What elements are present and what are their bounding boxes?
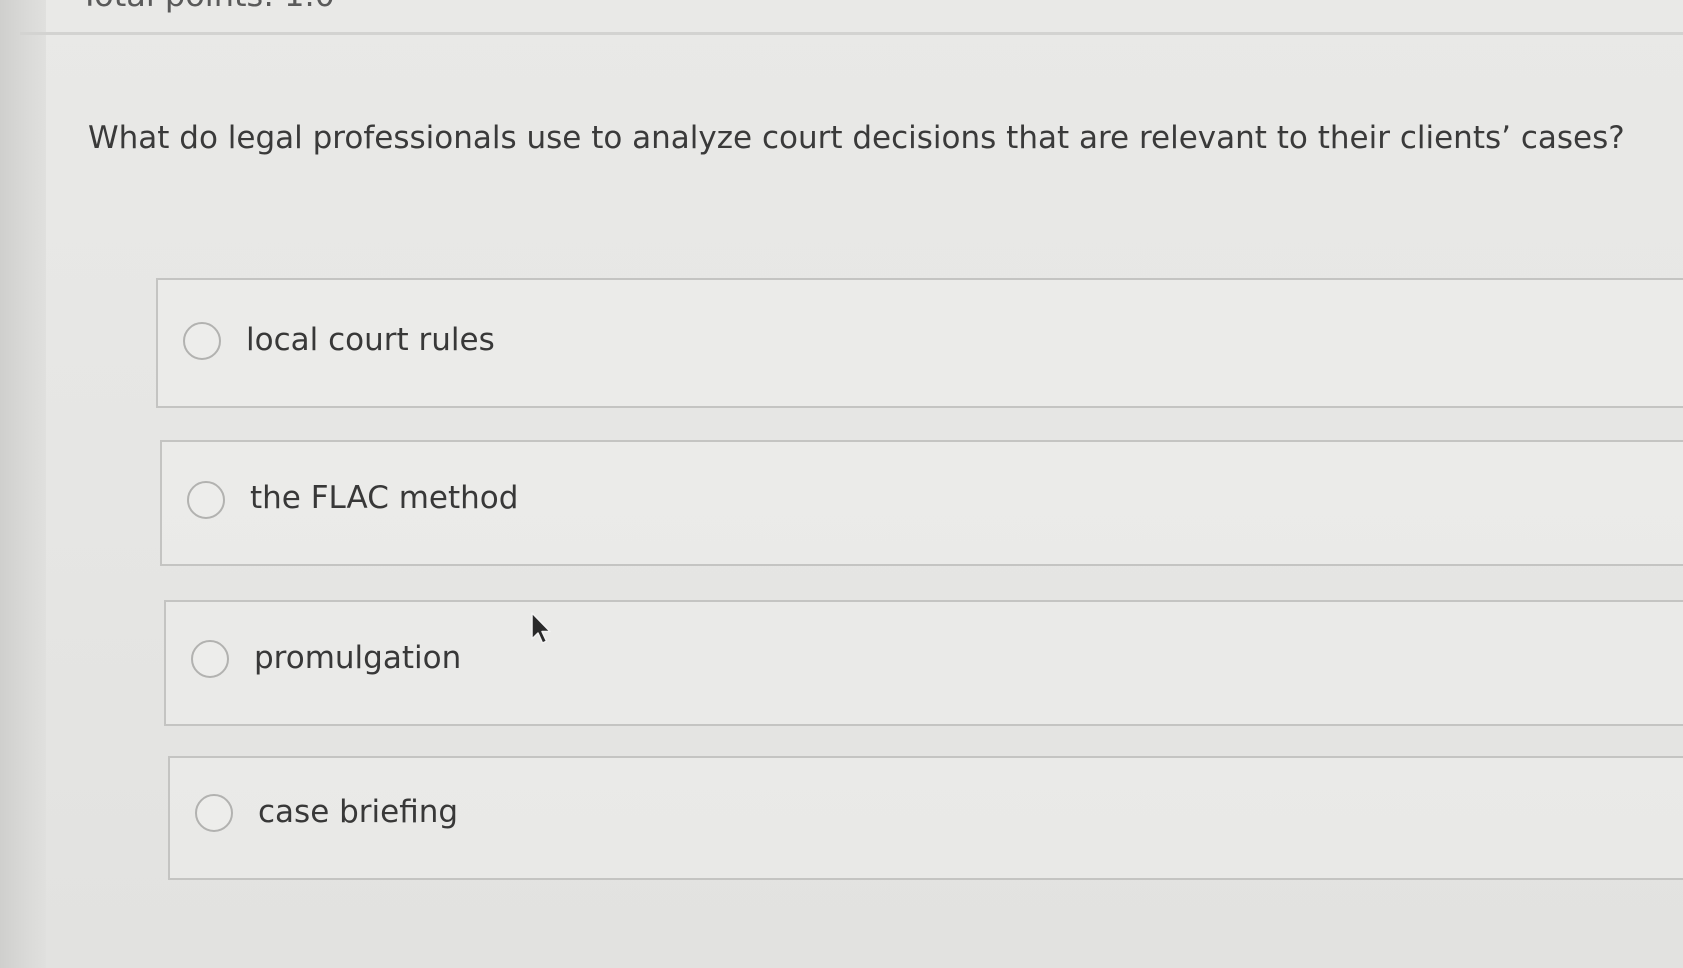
radio-unchecked-icon[interactable]: [195, 794, 233, 832]
divider: [20, 32, 1683, 35]
answer-option-label: promulgation: [254, 640, 462, 676]
mouse-pointer-icon: [531, 612, 551, 644]
question-text: What do legal professionals use to analy…: [88, 120, 1625, 156]
screen-bezel: [0, 0, 46, 968]
answer-option-label: local court rules: [246, 322, 495, 358]
answer-option-label: case briefing: [258, 794, 459, 830]
radio-unchecked-icon[interactable]: [183, 322, 221, 360]
answer-option-label: the FLAC method: [250, 480, 519, 516]
answer-option-local-court-rules[interactable]: local court rules: [156, 278, 1683, 408]
total-points-text: Total points: 1.0: [80, 0, 335, 14]
answer-option-case-briefing[interactable]: case briefing: [168, 756, 1683, 880]
radio-unchecked-icon[interactable]: [191, 640, 229, 678]
radio-unchecked-icon[interactable]: [187, 481, 225, 519]
answer-option-flac-method[interactable]: the FLAC method: [160, 440, 1683, 566]
answer-option-promulgation[interactable]: promulgation: [164, 600, 1683, 726]
